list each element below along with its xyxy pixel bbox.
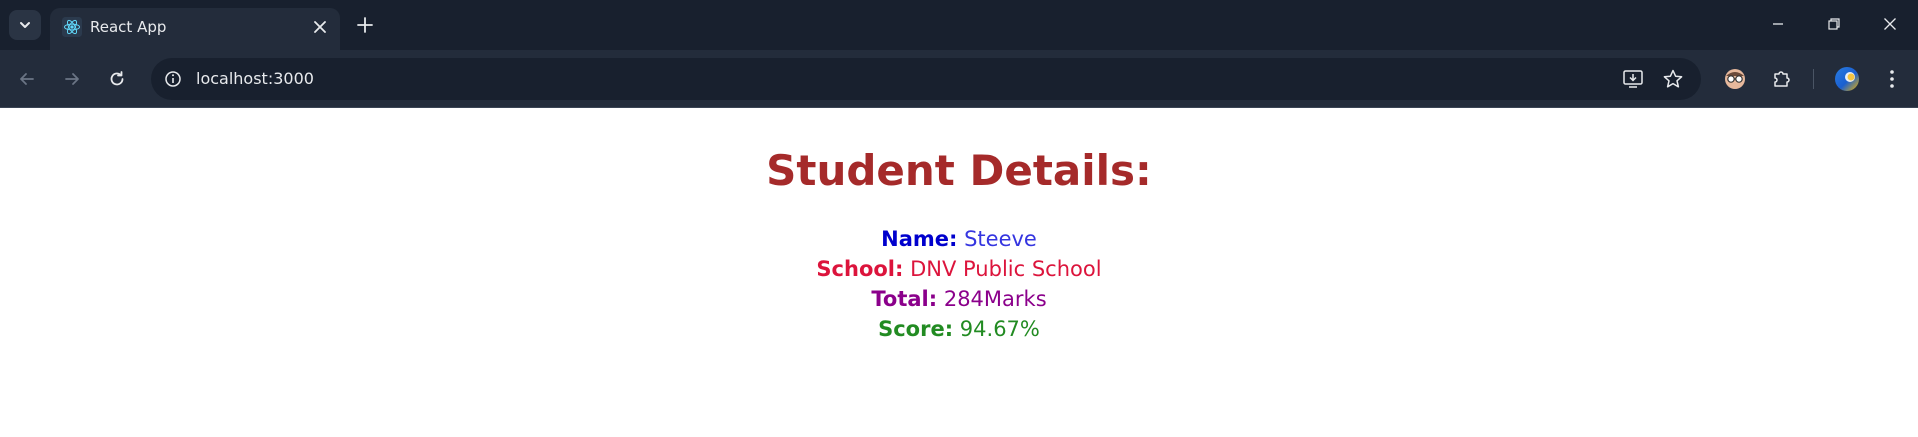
page-title: Student Details:	[766, 146, 1152, 195]
new-tab-button[interactable]	[352, 12, 378, 38]
detail-row-school: School: DNV Public School	[0, 254, 1918, 284]
total-value: 284Marks	[943, 287, 1047, 311]
name-label: Name:	[881, 227, 958, 251]
detail-row-total: Total: 284Marks	[0, 284, 1918, 314]
name-value: Steeve	[964, 227, 1037, 251]
score-label: Score:	[878, 317, 954, 341]
tab-search-button[interactable]	[9, 10, 41, 40]
school-label: School:	[816, 257, 904, 281]
school-value: DNV Public School	[910, 257, 1102, 281]
glasses-avatar-icon	[1725, 69, 1745, 89]
tab-title: React App	[90, 18, 167, 36]
close-icon	[314, 21, 326, 33]
browser-tab[interactable]: React App	[50, 8, 340, 50]
install-app-icon	[1623, 70, 1643, 88]
tab-close-button[interactable]	[310, 17, 330, 37]
site-info-button[interactable]	[159, 65, 187, 93]
reload-button[interactable]	[102, 64, 132, 94]
back-button[interactable]	[12, 64, 42, 94]
student-details: Name: Steeve School: DNV Public School T…	[0, 224, 1918, 344]
restore-button[interactable]	[1814, 8, 1854, 40]
plus-icon	[357, 17, 373, 33]
toolbar-separator	[1813, 69, 1814, 89]
install-app-button[interactable]	[1621, 67, 1645, 91]
arrow-right-icon	[65, 73, 79, 85]
browser-toolbar: localhost:3000	[0, 50, 1918, 107]
detail-row-name: Name: Steeve	[0, 224, 1918, 254]
extension-avatar-button[interactable]	[1720, 64, 1750, 94]
reload-icon	[110, 71, 124, 86]
extensions-button[interactable]	[1767, 64, 1797, 94]
forward-button[interactable]	[57, 64, 87, 94]
react-logo-icon	[62, 17, 82, 37]
minimize-icon	[1773, 23, 1783, 25]
kebab-menu-icon	[1890, 70, 1894, 88]
profile-icon	[1835, 67, 1859, 91]
restore-icon	[1828, 18, 1840, 30]
close-window-button[interactable]	[1870, 8, 1910, 40]
info-icon	[165, 71, 181, 87]
page-content: Student Details: Name: Steeve School: DN…	[0, 108, 1918, 344]
profile-button[interactable]	[1832, 64, 1862, 94]
total-label: Total:	[871, 287, 938, 311]
arrow-left-icon	[20, 73, 34, 85]
url-text[interactable]: localhost:3000	[196, 69, 314, 89]
minimize-button[interactable]	[1758, 8, 1798, 40]
browser-menu-button[interactable]	[1877, 64, 1907, 94]
detail-row-score: Score: 94.67%	[0, 314, 1918, 344]
tab-strip: React App	[0, 0, 1918, 50]
close-icon	[1884, 18, 1896, 30]
chevron-down-icon	[20, 22, 30, 28]
star-icon	[1663, 69, 1683, 88]
score-value: 94.67%	[959, 317, 1040, 341]
bookmark-button[interactable]	[1661, 67, 1685, 91]
puzzle-icon	[1774, 71, 1790, 87]
address-bar[interactable]: localhost:3000	[151, 58, 1701, 100]
